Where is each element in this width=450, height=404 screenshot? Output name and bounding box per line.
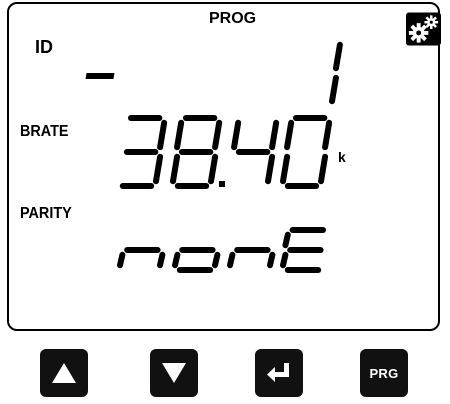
segment-f — [282, 231, 291, 249]
digit-1-8 — [170, 115, 223, 189]
segment-e — [170, 153, 181, 185]
enter-button[interactable] — [255, 349, 303, 397]
segment-e — [117, 251, 126, 269]
prg-button-label: PRG — [369, 365, 399, 381]
segment-b — [269, 119, 280, 151]
digit-2-n — [227, 247, 276, 269]
segment-f — [284, 119, 295, 151]
segment-b — [157, 119, 168, 151]
segment-e — [280, 251, 289, 269]
up-button[interactable] — [40, 349, 88, 397]
segment-e — [227, 251, 236, 269]
segment-c — [318, 153, 329, 185]
triangle-up-icon — [52, 363, 76, 383]
digit-1-4 — [231, 119, 280, 185]
enter-arrow-icon — [267, 363, 289, 382]
segment-b — [212, 119, 223, 151]
segment-b — [332, 41, 343, 72]
down-button[interactable] — [150, 349, 198, 397]
segment-f — [174, 119, 185, 151]
segment-c — [212, 251, 221, 269]
segment-digits-layer — [117, 41, 343, 273]
triangle-down-icon — [162, 363, 186, 383]
digit-2-o — [172, 247, 221, 273]
segment-c — [329, 74, 339, 105]
digit-0-1 — [329, 41, 343, 105]
decimal-point-1 — [219, 181, 225, 187]
digit-2-E — [280, 227, 326, 273]
brate-unit: k — [338, 149, 346, 165]
digit-1-0 — [280, 115, 333, 189]
segment-f — [231, 119, 242, 151]
segment-b — [322, 119, 333, 151]
segment-c — [208, 153, 219, 185]
segment-c — [157, 251, 166, 269]
digit-2-n — [117, 247, 166, 269]
segment-c — [265, 153, 276, 185]
segment-c — [153, 153, 164, 185]
digit-1-3 — [119, 115, 168, 189]
segment-e — [172, 251, 181, 269]
segment-c — [267, 251, 276, 269]
prg-button[interactable]: PRG — [360, 349, 408, 397]
segment-e — [280, 153, 291, 185]
